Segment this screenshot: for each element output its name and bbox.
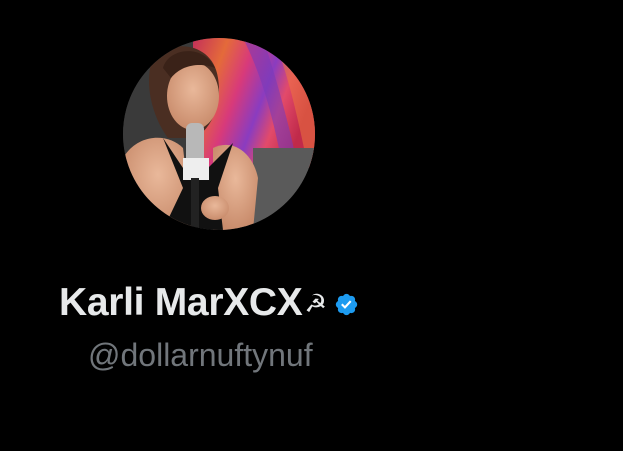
user-handle: @dollarnuftynuf [88,337,313,373]
avatar-photo [123,38,315,230]
verified-badge-icon[interactable] [334,292,359,317]
profile-avatar[interactable] [123,38,315,230]
profile-name-row: Karli MarXCX ☭ [59,280,359,326]
hammer-sickle-emoji: ☭ [304,290,327,318]
display-name: Karli MarXCX [59,281,303,324]
